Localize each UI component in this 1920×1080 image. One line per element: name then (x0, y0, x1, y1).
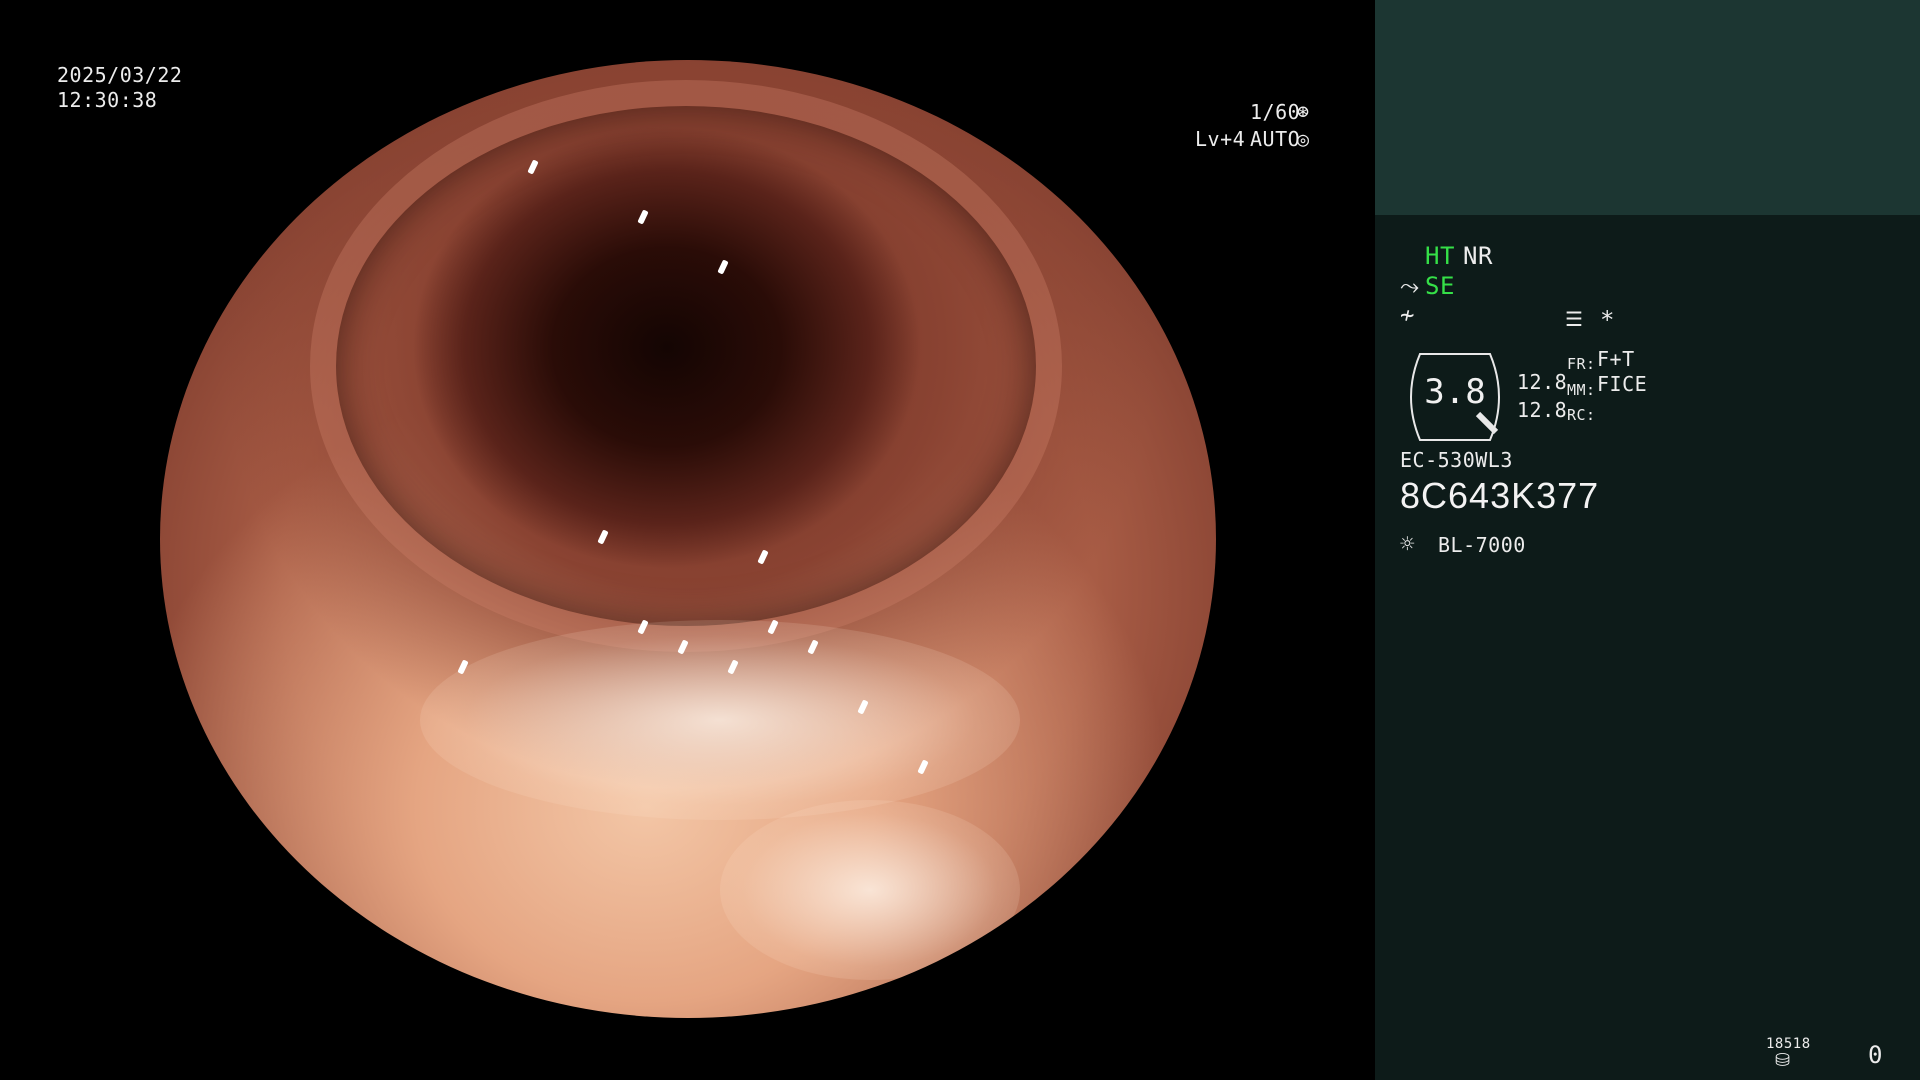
endoscopic-image (160, 60, 1216, 1018)
mode-label: AUTO (1250, 127, 1301, 151)
asterisk-label: * (1600, 306, 1615, 334)
gamma-icon: ≁ (1400, 301, 1415, 329)
scope-model: EC-530WL3 (1400, 448, 1513, 472)
mm-value: FICE (1597, 372, 1648, 396)
auto-iris-icon: ◎ (1297, 127, 1310, 151)
date-label: 2025/03/22 (57, 63, 183, 87)
info-panel-header (1375, 0, 1920, 215)
zoom-value: 3.8 (1424, 372, 1486, 412)
nr-label: NR (1463, 242, 1493, 270)
counter-value: 0 (1868, 1041, 1883, 1069)
endoscope-view (0, 0, 1375, 1080)
colon-fold (310, 80, 1062, 652)
ht-label: HT (1425, 242, 1455, 270)
light-source-icon: ☼ (1400, 530, 1415, 558)
shutter-icon: ⊛ (1297, 99, 1310, 123)
light-glare (420, 620, 1020, 820)
enhance-icon: ⤳ (1400, 272, 1420, 300)
shutter-label: 1/60 (1250, 100, 1301, 124)
settings-list-icon: ☰ (1565, 307, 1584, 331)
rc-label: RC: (1567, 406, 1596, 424)
value-upper: 12.8 (1517, 370, 1568, 394)
time-label: 12:30:38 (57, 88, 158, 112)
light-source-label: BL-7000 (1438, 533, 1526, 557)
value-lower: 12.8 (1517, 398, 1568, 422)
mm-label: MM: (1567, 381, 1596, 399)
light-glare (720, 800, 1020, 980)
fr-value: F+T (1597, 347, 1635, 371)
storage-icon: ⛁ (1775, 1050, 1791, 1071)
se-label: SE (1425, 272, 1455, 300)
scope-serial: 8C643K377 (1400, 475, 1600, 516)
fr-label: FR: (1567, 355, 1596, 373)
level-label: Lv+4 (1195, 127, 1246, 151)
